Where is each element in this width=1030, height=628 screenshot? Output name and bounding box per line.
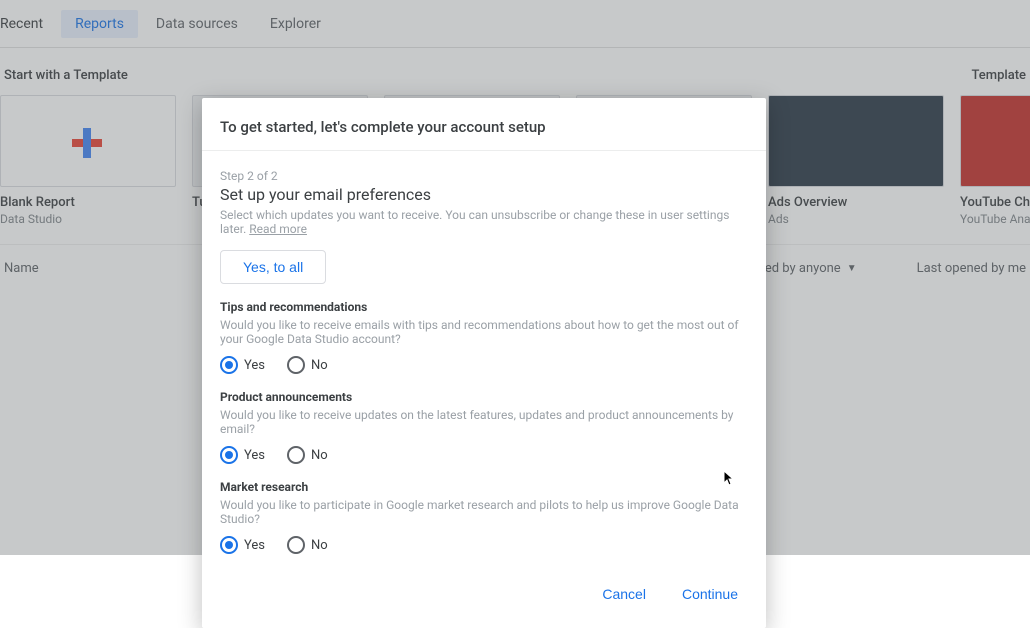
pref-tips: Tips and recommendations Would you like …	[220, 300, 748, 374]
dialog-title: To get started, let's complete your acco…	[220, 118, 748, 136]
radio-selected-icon	[220, 356, 238, 374]
continue-button[interactable]: Continue	[668, 578, 752, 610]
pref-market-no[interactable]: No	[287, 536, 328, 554]
pref-product-yes[interactable]: Yes	[220, 446, 265, 464]
dialog-subdesc: Select which updates you want to receive…	[220, 208, 748, 236]
pref-tips-no[interactable]: No	[287, 356, 328, 374]
pref-product-no[interactable]: No	[287, 446, 328, 464]
radio-selected-icon	[220, 536, 238, 554]
pref-market-yes[interactable]: Yes	[220, 536, 265, 554]
radio-selected-icon	[220, 446, 238, 464]
account-setup-dialog: To get started, let's complete your acco…	[202, 98, 766, 628]
radio-unselected-icon	[287, 356, 305, 374]
yes-to-all-button[interactable]: Yes, to all	[220, 250, 326, 284]
read-more-link[interactable]: Read more	[249, 222, 307, 236]
radio-unselected-icon	[287, 536, 305, 554]
pref-tips-yes[interactable]: Yes	[220, 356, 265, 374]
cancel-button[interactable]: Cancel	[588, 578, 660, 610]
radio-unselected-icon	[287, 446, 305, 464]
dialog-step: Step 2 of 2	[220, 169, 748, 183]
pref-market: Market research Would you like to partic…	[220, 480, 748, 554]
pref-product: Product announcements Would you like to …	[220, 390, 748, 464]
dialog-subtitle: Set up your email preferences	[220, 185, 748, 204]
